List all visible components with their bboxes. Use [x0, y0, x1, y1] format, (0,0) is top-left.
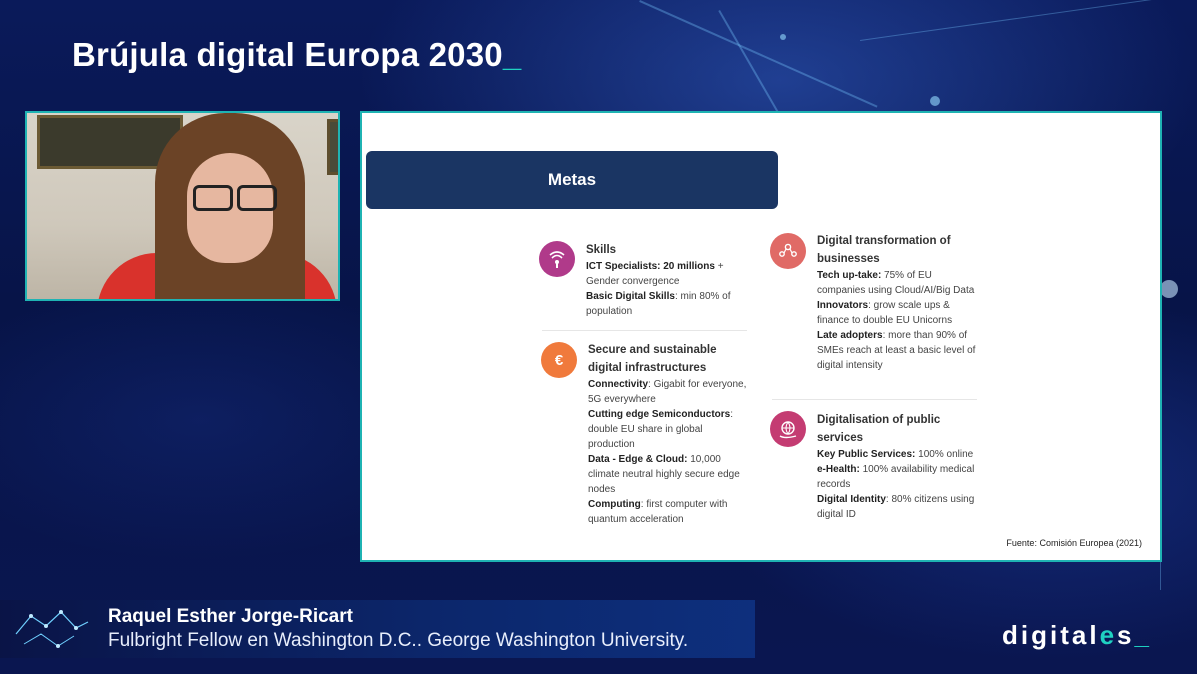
skills-block: Skills ICT Specialists: 20 millions + Ge…: [586, 241, 746, 319]
divider: [542, 330, 747, 331]
speaker-name: Raquel Esther Jorge-Ricart: [108, 606, 353, 627]
public-services-title: Digitalisation of public services: [817, 414, 941, 444]
people-network-icon: [770, 233, 806, 269]
business-block: Digital transformation of businesses Tec…: [817, 232, 977, 373]
public-services-block: Digitalisation of public services Key Pu…: [817, 411, 982, 522]
digitales-logo: digitales_: [1002, 620, 1152, 650]
speaker-glasses: [237, 185, 277, 211]
speaker-role: Fulbright Fellow en Washington D.C.. Geo…: [108, 630, 689, 651]
wall-painting: [327, 119, 338, 175]
speaker-lower-third: Raquel Esther Jorge-Ricart Fulbright Fel…: [0, 600, 755, 658]
euro-coin-icon: €: [541, 342, 577, 378]
slide-heading: Metas: [366, 151, 778, 209]
infrastructure-block: Secure and sustainable digital infrastru…: [588, 341, 750, 527]
globe-hand-icon: [770, 411, 806, 447]
presentation-slide: Metas Skills ICT Specialists: 20 million…: [360, 111, 1162, 562]
europe-network-logo: [15, 610, 89, 648]
speaker-glasses: [193, 185, 233, 211]
business-title: Digital transformation of businesses: [817, 235, 951, 265]
infrastructure-title: Secure and sustainable digital infrastru…: [588, 344, 717, 374]
speaker-video: [25, 111, 340, 301]
skills-title: Skills: [586, 244, 617, 256]
slide-source: Fuente: Comisión Europea (2021): [1006, 538, 1142, 548]
wifi-signal-icon: [539, 241, 575, 277]
page-title: Brújula digital Europa 2030_: [72, 36, 522, 73]
divider: [772, 399, 977, 400]
